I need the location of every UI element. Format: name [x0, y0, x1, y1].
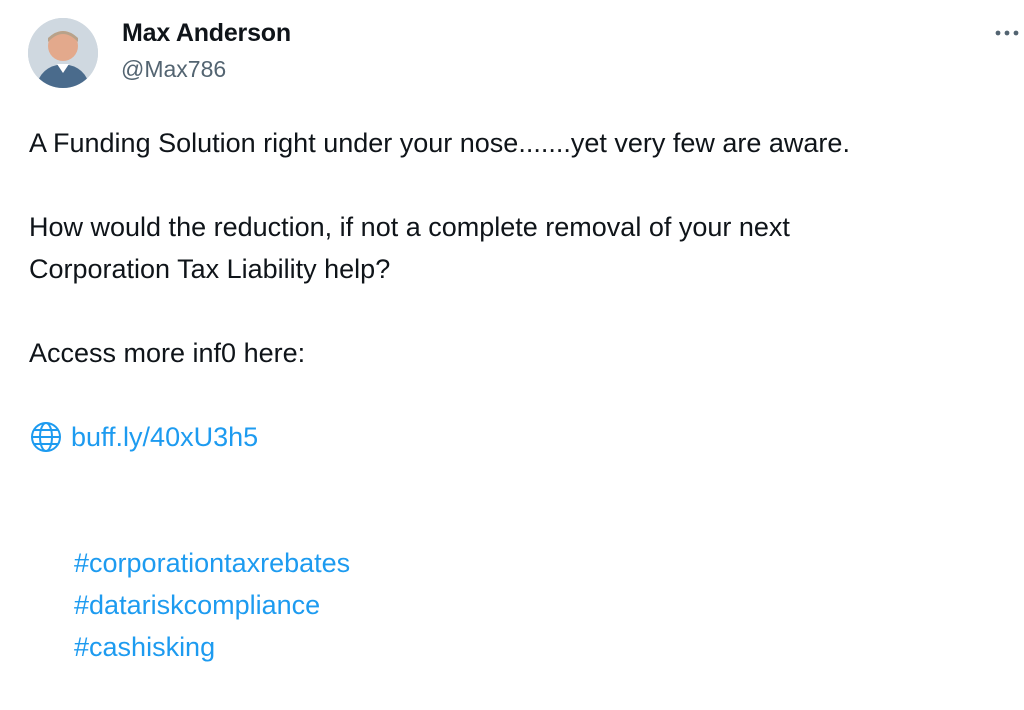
more-options-button[interactable] [994, 20, 1020, 46]
tweet-text: A Funding Solution right under your nose… [29, 122, 989, 710]
user-handle[interactable]: @Max786 [121, 56, 226, 83]
tweet-paragraph: How would the reduction, if not a comple… [29, 212, 790, 284]
display-name[interactable]: Max Anderson [122, 19, 291, 48]
hashtag-link[interactable]: #corporationtaxrebates [74, 548, 350, 578]
tweet-paragraph: Access more inf0 here: [29, 338, 306, 368]
hashtag-link[interactable]: #cashisking [74, 632, 215, 662]
tweet-card: Max Anderson @Max786 A Funding Solution … [0, 0, 1024, 662]
avatar[interactable] [28, 18, 98, 88]
tweet-link-row: buff.ly/40xU3h5 [29, 416, 989, 458]
tweet-link[interactable]: buff.ly/40xU3h5 [71, 416, 258, 458]
hashtag-row: #corporationtaxrebates #datariskcomplian… [29, 500, 989, 710]
tweet-paragraph: A Funding Solution right under your nose… [29, 128, 850, 158]
hashtag-link[interactable]: #datariskcompliance [74, 590, 320, 620]
globe-icon [29, 420, 63, 454]
more-horizontal-icon [995, 30, 1019, 36]
